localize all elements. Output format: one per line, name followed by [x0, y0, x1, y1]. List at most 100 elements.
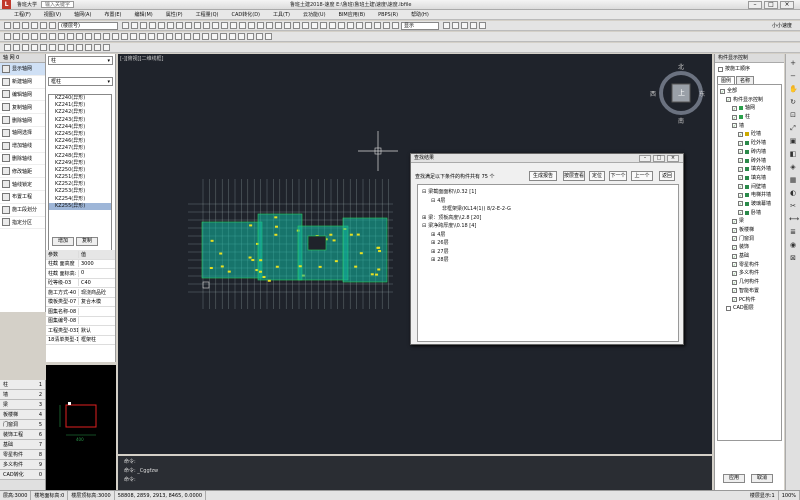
menu-item-1[interactable]: 视图(V)	[44, 11, 61, 18]
layer-item[interactable]: ✓ 砼外墙	[719, 139, 780, 148]
layer-item[interactable]: ✓ 梁	[719, 217, 780, 226]
undo-icon[interactable]	[40, 22, 47, 29]
save-icon[interactable]	[22, 22, 29, 29]
dialog-title-bar[interactable]: 查找结果 – □ ×	[411, 154, 683, 163]
rotate-view-icon[interactable]: ↻	[789, 98, 797, 106]
property-value[interactable]: 框架柱	[79, 336, 96, 343]
property-value[interactable]: C40	[79, 280, 91, 286]
checkbox-icon[interactable]: ✓	[738, 210, 743, 215]
filter-icon[interactable]	[230, 22, 237, 29]
report-icon[interactable]	[248, 22, 255, 29]
help-icon[interactable]	[461, 22, 468, 29]
open-icon[interactable]	[13, 22, 20, 29]
layer-item[interactable]: ✓ 轴网	[719, 104, 780, 113]
layer-item[interactable]: ✓ 多义构件	[719, 269, 780, 278]
axis-tool-item[interactable]: 新建轴网	[0, 76, 45, 89]
tool-aa-icon[interactable]	[238, 33, 245, 40]
ortho-icon[interactable]	[356, 22, 363, 29]
check-icon[interactable]	[257, 22, 264, 29]
checkbox-icon[interactable]: ✓	[738, 141, 743, 146]
checkbox-icon[interactable]: ✓	[732, 236, 737, 241]
snap-end-icon[interactable]	[4, 44, 11, 51]
lock-icon[interactable]	[374, 22, 381, 29]
checkbox-icon[interactable]: ✓	[732, 280, 737, 285]
dialog-button-5[interactable]: 返回	[659, 171, 675, 181]
menu-item-9[interactable]: 云功能(U)	[303, 11, 326, 18]
display-tab[interactable]: 名称	[736, 76, 754, 84]
property-value[interactable]: 默认	[79, 327, 91, 334]
dialog-button-0[interactable]: 生成报告	[529, 171, 557, 181]
front-view-icon[interactable]: ▣	[789, 137, 797, 145]
dialog-maximize-button[interactable]: □	[653, 155, 665, 162]
category-tab[interactable]: 装饰工程 6	[0, 430, 45, 440]
new-icon[interactable]	[4, 22, 11, 29]
viewport-label[interactable]: [-][俯视][二维线框]	[120, 55, 164, 62]
add-component-button[interactable]: 增加	[52, 237, 74, 246]
search-icon[interactable]	[392, 22, 399, 29]
checkbox-icon[interactable]: ✓	[732, 106, 737, 111]
layer-item[interactable]: ✓ 构件显示控制	[719, 95, 780, 104]
checkbox-icon[interactable]: ✓	[732, 219, 737, 224]
property-value[interactable]: 0	[79, 270, 84, 276]
dim-icon[interactable]	[329, 22, 336, 29]
layer-item[interactable]: ✓ 玻璃幕墙	[719, 200, 780, 209]
result-tree-node[interactable]: ⊞ 28层	[422, 256, 674, 265]
component-list-item[interactable]: KZ253(异形)	[49, 188, 111, 195]
layer-item[interactable]: ✓ 电梯井墙	[719, 191, 780, 200]
tool-v-icon[interactable]	[193, 33, 200, 40]
tool-n-icon[interactable]	[121, 33, 128, 40]
result-tree-node[interactable]: ⊞ 27层	[422, 248, 674, 257]
layer-item[interactable]: ✓ 全部	[719, 87, 780, 96]
select-icon[interactable]	[221, 22, 228, 29]
eye-icon[interactable]: ◉	[789, 241, 797, 249]
tool-x-icon[interactable]	[211, 33, 218, 40]
layer-item[interactable]: ✓ 柱	[719, 113, 780, 122]
bim-icon[interactable]	[479, 22, 486, 29]
tree-toggle-icon[interactable]: ⊟	[422, 223, 426, 229]
checkbox-icon[interactable]: ✓	[738, 149, 743, 154]
checkbox-icon[interactable]: ✓	[738, 158, 743, 163]
tool-ad-icon[interactable]	[265, 33, 272, 40]
layer-item[interactable]: ✓ 间壁墙	[719, 182, 780, 191]
category-tab[interactable]: 门窗洞 5	[0, 420, 45, 430]
tool-u-icon[interactable]	[184, 33, 191, 40]
dialog-minimize-button[interactable]: –	[639, 155, 651, 162]
property-row[interactable]: 18清单类型-18框架柱	[46, 336, 115, 346]
layer-item[interactable]: ✓ 墙	[719, 121, 780, 130]
close-button[interactable]: ×	[780, 1, 794, 9]
snap-mid-icon[interactable]	[13, 44, 20, 51]
display-dropdown[interactable]: 显示	[401, 22, 439, 30]
layer-item[interactable]: ✓ 几何构件	[719, 278, 780, 287]
tool-p-icon[interactable]	[139, 33, 146, 40]
tool-t-icon[interactable]	[175, 33, 182, 40]
category-tab[interactable]: CAD转化 0	[0, 470, 45, 480]
snap-tan-icon[interactable]	[85, 44, 92, 51]
property-row[interactable]: 图集名称-08	[46, 307, 115, 317]
copy-icon[interactable]	[122, 22, 129, 29]
dialog-button-1[interactable]: 按层查看	[563, 171, 585, 181]
checkbox-icon[interactable]: ✓	[738, 193, 743, 198]
apply-button[interactable]: 应用	[723, 474, 745, 483]
top-view-icon[interactable]: ◧	[789, 150, 797, 158]
trim-icon[interactable]	[176, 22, 183, 29]
menu-item-5[interactable]: 属性(P)	[166, 11, 183, 18]
axis-tool-item[interactable]: 删除轴线	[0, 153, 45, 166]
property-row[interactable]: 柱截 面标高: 0	[46, 269, 115, 279]
calc-icon[interactable]	[239, 22, 246, 29]
layer-item[interactable]: ✓ 智能布置	[719, 287, 780, 296]
tool-s-icon[interactable]	[166, 33, 173, 40]
layer-item[interactable]: ✓ 零星构件	[719, 260, 780, 269]
layer-item[interactable]: ✓ 砼墙	[719, 130, 780, 139]
property-value[interactable]: 3000	[79, 261, 94, 267]
layer-item[interactable]: ✓ 装饰	[719, 243, 780, 252]
result-tree-node[interactable]: ⊟ 梁截面面积\\0.32 [1]	[422, 188, 674, 197]
layer-tree[interactable]: ✓ 全部 ✓ 构件显示控制 ✓ 轴网 ✓ 柱 ✓ 墙 ✓ 砼墙 ✓ 砼外墙 ✓ 砖内墙 ✓ 砖外墙 ✓ 填充外墙 ✓ 填充…	[717, 84, 782, 441]
maximize-button[interactable]: □	[764, 1, 778, 9]
orbit-icon[interactable]	[302, 22, 309, 29]
snap-perp-icon[interactable]	[76, 44, 83, 51]
tool-k-icon[interactable]	[94, 33, 101, 40]
shade-icon[interactable]: ◐	[789, 189, 797, 197]
command-prompt[interactable]: 命令:	[124, 476, 706, 485]
category-tab[interactable]: 柱1	[0, 380, 45, 390]
layer-item[interactable]: ✓ 板楼梯	[719, 226, 780, 235]
